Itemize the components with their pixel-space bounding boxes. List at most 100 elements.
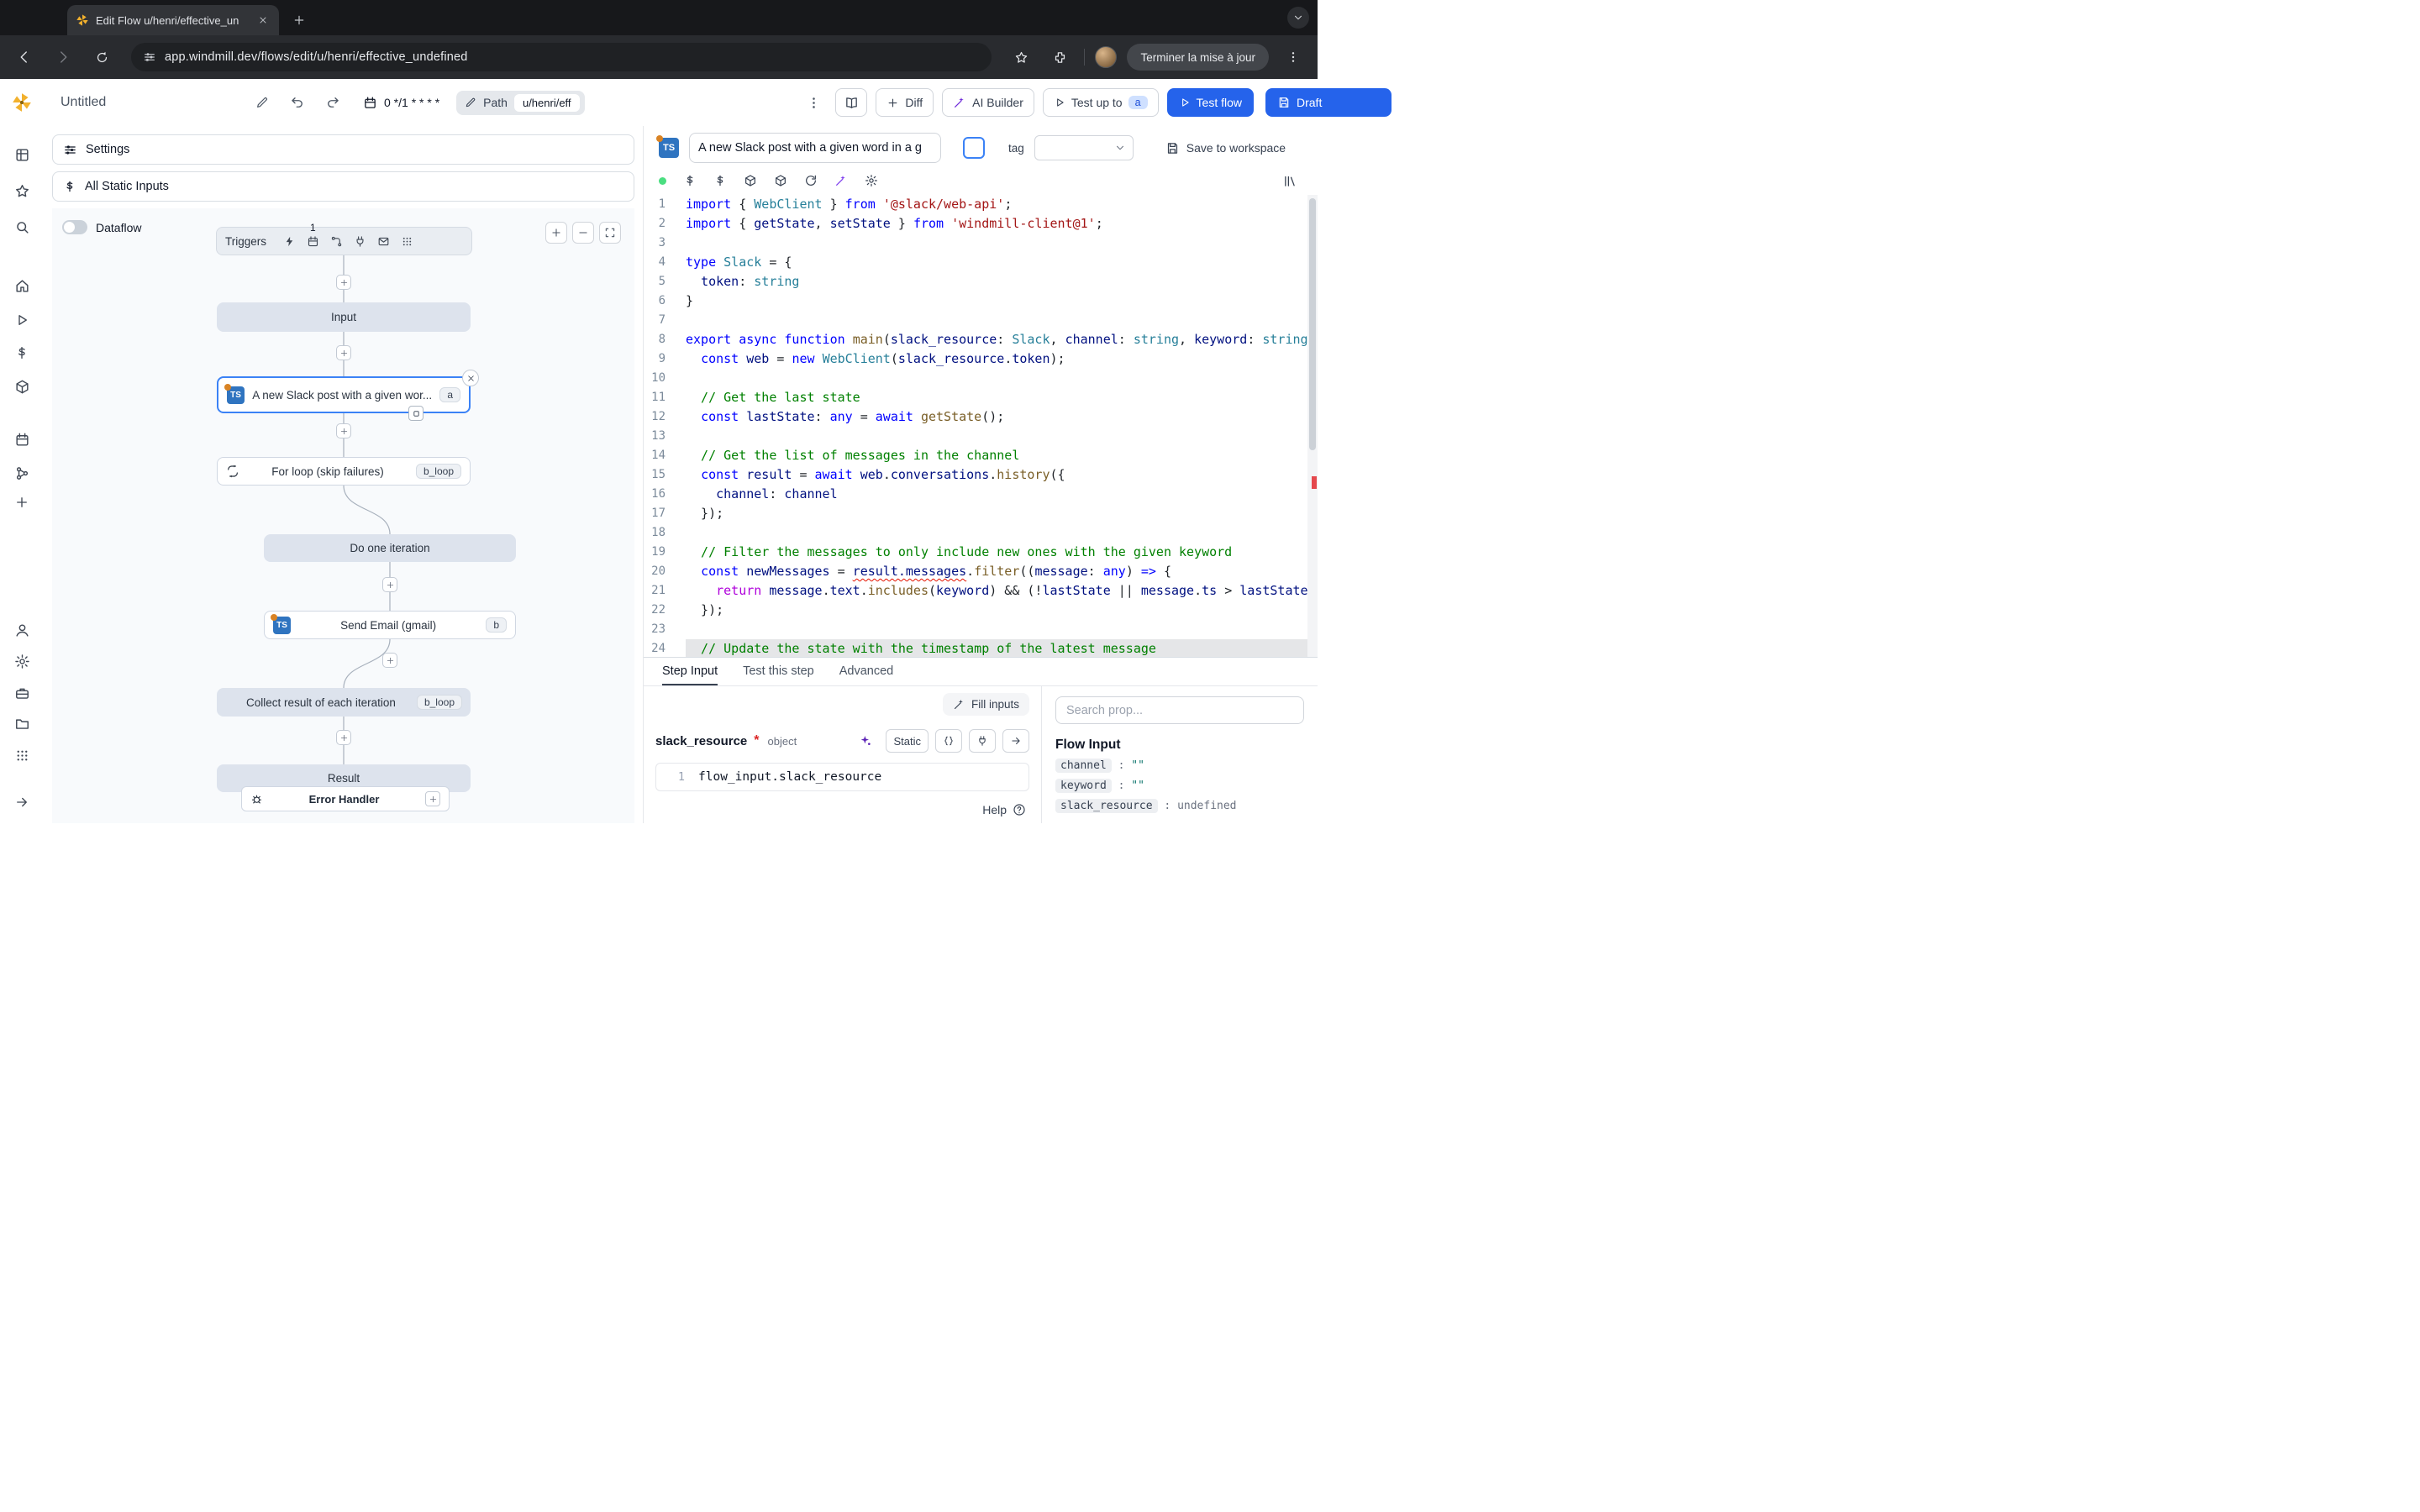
prop-name[interactable]: keyword [1055, 779, 1112, 793]
back-button[interactable] [10, 43, 39, 71]
insert-arrow-button[interactable] [1002, 729, 1029, 753]
email-trigger-icon[interactable] [377, 235, 390, 248]
tab-close-icon[interactable] [255, 13, 271, 28]
code-line[interactable]: 10 [644, 369, 1318, 388]
variables-icon[interactable] [7, 339, 37, 367]
save-to-workspace-button[interactable]: Save to workspace [1165, 141, 1286, 155]
kafka-trigger-icon[interactable] [401, 235, 413, 248]
code-line[interactable]: 7 [644, 311, 1318, 330]
settings-row[interactable]: Settings [52, 134, 634, 165]
undo-button[interactable] [284, 89, 311, 116]
new-tab-button[interactable] [287, 8, 311, 32]
apps-grid-icon[interactable] [7, 741, 37, 769]
runs-icon[interactable] [7, 306, 37, 334]
code-line[interactable]: 15 const result = await web.conversation… [644, 465, 1318, 485]
site-settings-icon[interactable] [143, 50, 156, 64]
dataflow-toggle[interactable]: Dataflow [62, 220, 141, 234]
insert-step-button[interactable] [382, 653, 397, 668]
fit-view-button[interactable] [599, 222, 621, 244]
static-toggle-button[interactable]: Static [886, 729, 929, 753]
draft-button[interactable]: Draft [1265, 88, 1392, 117]
editor-settings-icon[interactable] [865, 174, 878, 187]
insert-step-button[interactable] [336, 275, 351, 290]
dependencies-icon[interactable] [774, 174, 787, 187]
input-node[interactable]: Input [217, 302, 471, 332]
zoom-in-button[interactable] [545, 222, 567, 244]
code-line[interactable]: 5 token: string [644, 272, 1318, 291]
collect-result-node[interactable]: Collect result of each iteration b_loop [217, 688, 471, 717]
forward-button[interactable] [49, 43, 77, 71]
code-line[interactable]: 9 const web = new WebClient(slack_resour… [644, 349, 1318, 369]
search-prop-input[interactable] [1055, 696, 1304, 724]
tag-select[interactable] [1034, 135, 1134, 160]
reset-icon[interactable] [804, 174, 818, 187]
prop-name[interactable]: slack_resource [1055, 799, 1158, 813]
schedule-trigger-icon[interactable]: 1 [307, 235, 319, 248]
code-line[interactable]: 23 [644, 620, 1318, 639]
settings-gear-icon[interactable] [7, 647, 37, 675]
windmill-logo[interactable] [7, 88, 37, 117]
bookmark-star-icon[interactable] [1007, 43, 1035, 71]
prop-row[interactable]: slack_resourceundefined [1055, 799, 1304, 813]
javascript-editor-button[interactable] [935, 729, 962, 753]
code-line[interactable]: 3 [644, 234, 1318, 253]
prop-name[interactable]: channel [1055, 759, 1112, 773]
insert-step-button[interactable] [336, 730, 351, 745]
run-step-button[interactable] [408, 406, 424, 421]
test-flow-button[interactable]: Test flow [1167, 88, 1254, 117]
url-bar[interactable]: app.windmill.dev/flows/edit/u/henri/effe… [131, 43, 992, 71]
code-line[interactable]: 21 return message.text.includes(keyword)… [644, 581, 1318, 601]
delete-step-button[interactable] [462, 370, 479, 386]
expand-sidebar-icon[interactable] [7, 788, 37, 816]
code-line[interactable]: 13 [644, 427, 1318, 446]
add-icon[interactable] [7, 488, 37, 517]
forloop-node[interactable]: For loop (skip failures) b_loop [217, 457, 471, 486]
tab-step-input[interactable]: Step Input [662, 658, 718, 685]
code-line[interactable]: 12 const lastState: any = await getState… [644, 407, 1318, 427]
insert-step-button[interactable] [336, 345, 351, 360]
connect-input-button[interactable] [969, 729, 996, 753]
code-line[interactable]: 17 }); [644, 504, 1318, 523]
code-line[interactable]: 8export async function main(slack_resour… [644, 330, 1318, 349]
ai-fill-button[interactable] [852, 729, 879, 753]
prop-row[interactable]: keyword"" [1055, 779, 1304, 793]
add-variable-icon[interactable] [683, 174, 697, 187]
path-chip[interactable]: Path u/henri/eff [456, 91, 584, 115]
url-text[interactable]: app.windmill.dev/flows/edit/u/henri/effe… [165, 50, 468, 64]
redo-button[interactable] [319, 89, 346, 116]
code-line[interactable]: 14 // Get the list of messages in the ch… [644, 446, 1318, 465]
websocket-icon[interactable] [354, 235, 366, 248]
static-inputs-row[interactable]: All Static Inputs [52, 171, 634, 202]
library-icon[interactable] [1283, 174, 1297, 188]
ai-builder-button[interactable]: AI Builder [942, 88, 1034, 117]
search-icon[interactable] [7, 213, 37, 241]
fill-inputs-button[interactable]: Fill inputs [943, 693, 1029, 716]
insert-step-button[interactable] [382, 577, 397, 592]
editor-scrollbar[interactable] [1307, 195, 1318, 657]
code-editor[interactable]: 1import { WebClient } from '@slack/web-a… [644, 195, 1318, 657]
schedule-chip[interactable]: 0 */1 * * * * [363, 96, 439, 110]
users-icon[interactable] [7, 616, 37, 644]
workers-icon[interactable] [7, 679, 37, 707]
insert-step-button[interactable] [336, 423, 351, 438]
scrollbar-thumb[interactable] [1309, 198, 1316, 450]
code-line[interactable]: 11 // Get the last state [644, 388, 1318, 407]
zoom-out-button[interactable] [572, 222, 594, 244]
explore-hub-icon[interactable] [744, 174, 757, 187]
stop-button[interactable] [963, 137, 985, 159]
test-up-to-button[interactable]: Test up to a [1043, 88, 1159, 117]
flow-title[interactable]: Untitled [60, 95, 106, 110]
code-line[interactable]: 19 // Filter the messages to only includ… [644, 543, 1318, 562]
profile-avatar[interactable] [1095, 46, 1117, 68]
code-line[interactable]: 18 [644, 523, 1318, 543]
tab-search-button[interactable] [1287, 7, 1309, 29]
code-line[interactable]: 22 }); [644, 601, 1318, 620]
tab-test-this-step[interactable]: Test this step [743, 658, 814, 685]
apps-icon[interactable] [7, 140, 37, 169]
more-options-kebab-icon[interactable] [800, 89, 827, 116]
home-icon[interactable] [7, 271, 37, 300]
add-error-handler-button[interactable] [425, 791, 440, 806]
send-email-node[interactable]: TS Send Email (gmail) b [264, 611, 516, 639]
ai-assistant-icon[interactable] [834, 174, 848, 187]
favorites-star-icon[interactable] [7, 176, 37, 205]
